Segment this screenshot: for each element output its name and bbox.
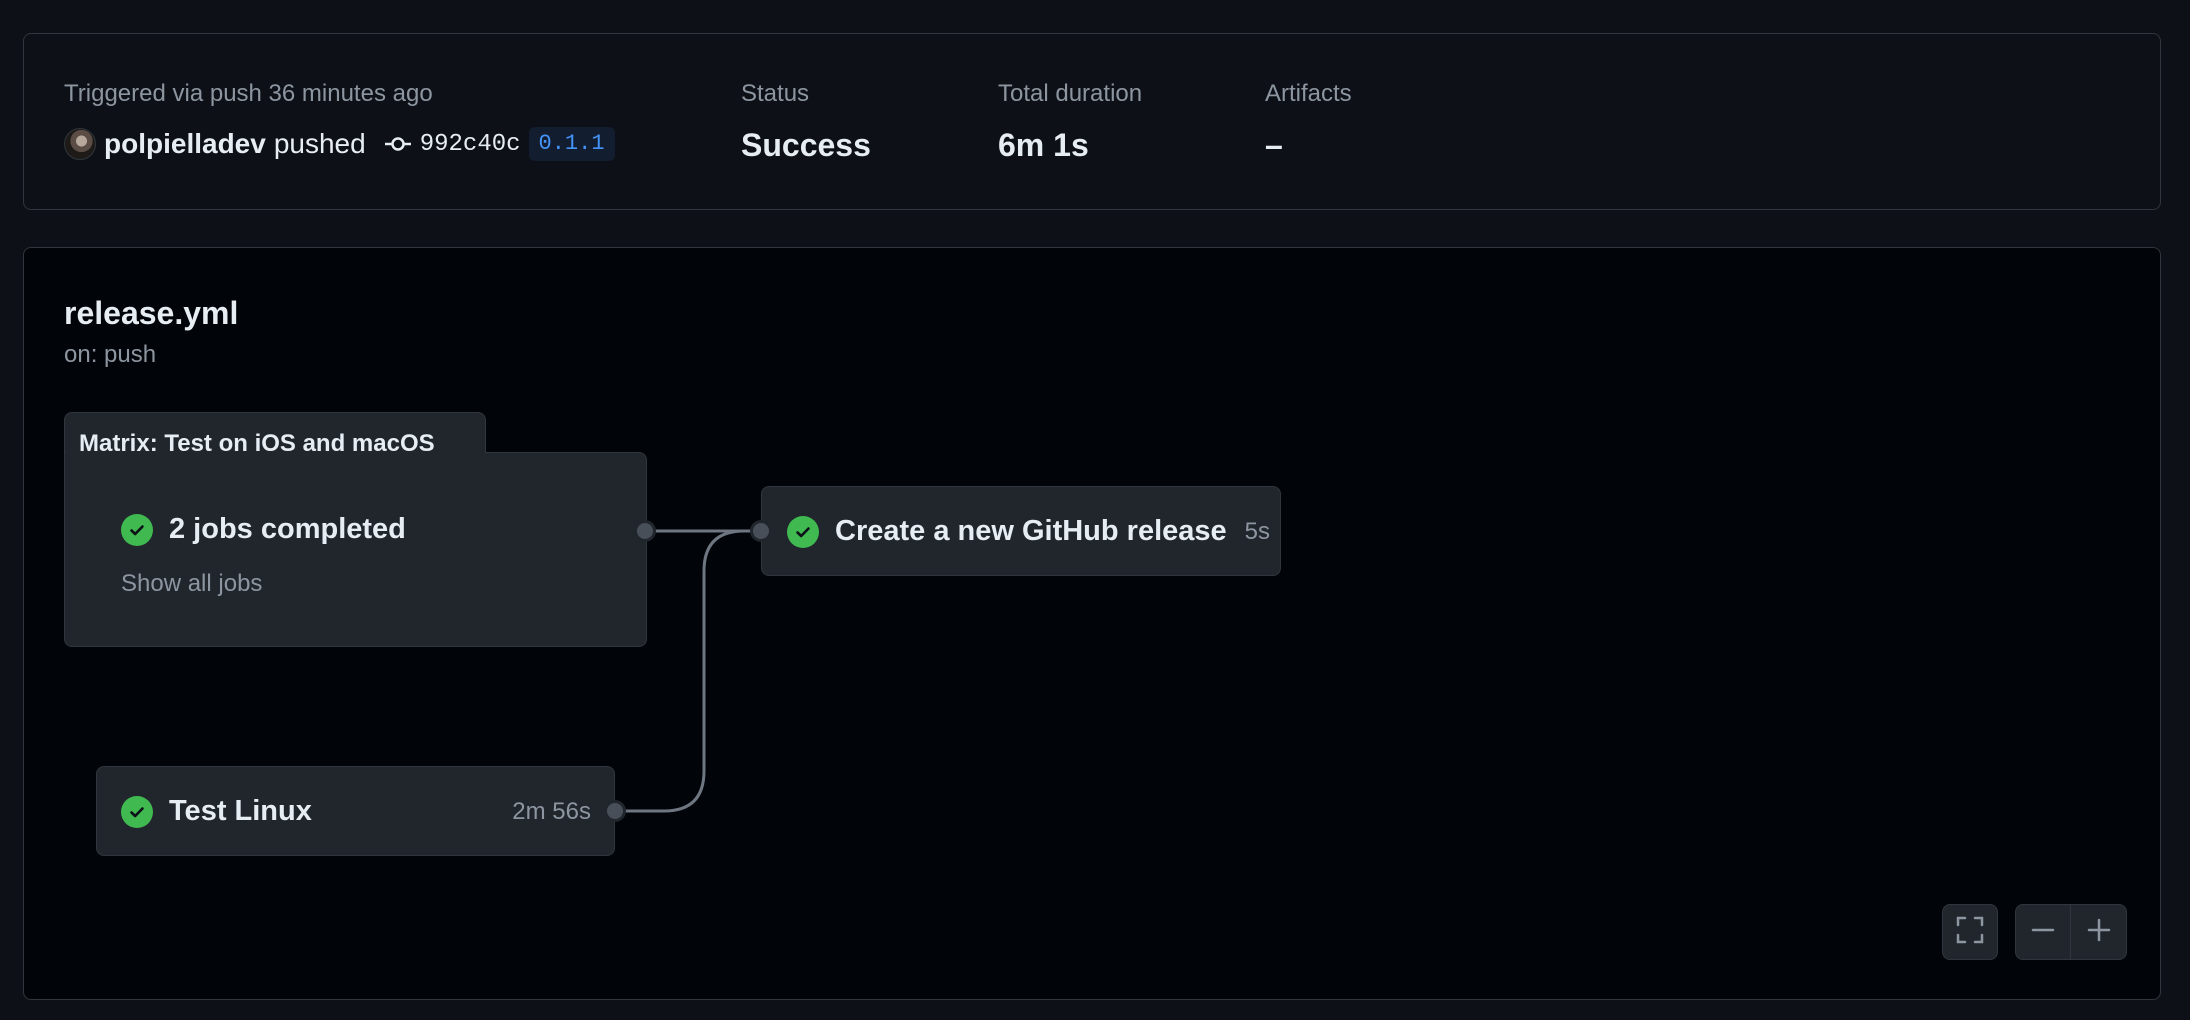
minus-icon [2030, 917, 2056, 948]
duration-value: 6m 1s [998, 127, 1089, 163]
fullscreen-button[interactable] [1942, 904, 1998, 960]
job-name: Test Linux [169, 795, 312, 827]
git-commit-icon [384, 134, 412, 154]
job-test-linux[interactable]: Test Linux 2m 56s [121, 795, 591, 828]
matrix-title: Matrix: Test on iOS and macOS [79, 430, 435, 457]
job-create-release[interactable]: Create a new GitHub release 5s [787, 515, 1270, 548]
artifacts-label: Artifacts [1265, 80, 1352, 107]
workflow-graph[interactable]: release.yml on: push Matrix: Test on iOS… [23, 247, 2161, 1000]
matrix-summary[interactable]: 2 jobs completed [121, 513, 406, 546]
actor-link[interactable]: polpielladev [104, 128, 266, 160]
status-value: Success [741, 127, 871, 163]
duration-label: Total duration [998, 80, 1143, 107]
tag-badge[interactable]: 0.1.1 [528, 127, 615, 161]
duration-section: Total duration 6m 1s [998, 79, 1142, 165]
show-all-jobs-link[interactable]: Show all jobs [121, 569, 262, 599]
job-name: Create a new GitHub release [835, 515, 1227, 547]
zoom-out-button[interactable] [2015, 904, 2071, 960]
check-circle-icon [121, 795, 153, 828]
job-duration: 2m 56s [512, 797, 591, 825]
zoom-controls [2015, 904, 2127, 960]
matrix-group[interactable] [64, 452, 647, 647]
status-label: Status [741, 80, 810, 107]
check-circle-icon [121, 513, 153, 546]
job-duration: 5s [1244, 517, 1271, 545]
check-circle-icon [787, 515, 819, 548]
status-section: Status Success [741, 79, 871, 165]
matrix-output-port [634, 520, 656, 542]
commit-sha-link[interactable]: 992c40c [420, 131, 521, 158]
zoom-in-button[interactable] [2071, 904, 2127, 960]
artifacts-section: Artifacts – [1265, 79, 1352, 165]
matrix-summary-label: 2 jobs completed [169, 513, 406, 545]
artifacts-value: – [1265, 127, 1283, 163]
avatar[interactable] [64, 128, 96, 160]
fullscreen-icon [1955, 915, 1985, 950]
test-linux-output-port [604, 800, 626, 822]
release-input-port [750, 520, 772, 542]
plus-icon [2086, 917, 2112, 948]
trigger-section: Triggered via push 36 minutes ago polpie… [64, 79, 615, 164]
action-text: pushed [273, 128, 366, 159]
trigger-text: Triggered via push 36 minutes ago [64, 80, 433, 107]
run-summary: Triggered via push 36 minutes ago polpie… [23, 33, 2161, 210]
